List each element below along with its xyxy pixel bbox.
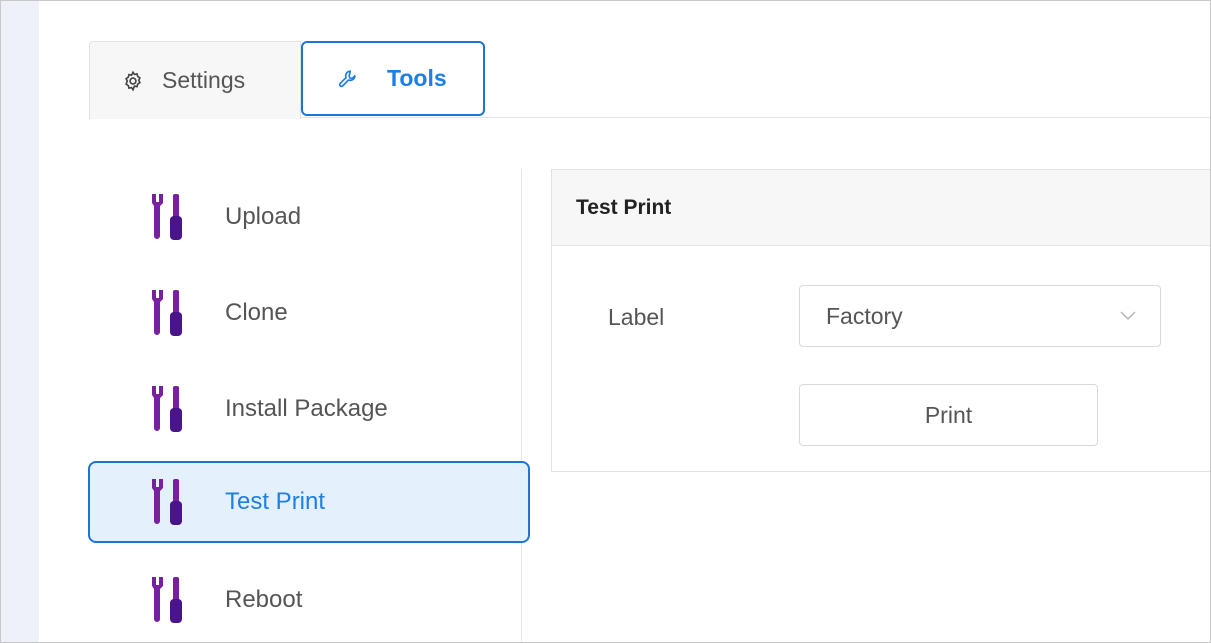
- label-select[interactable]: Factory: [799, 285, 1161, 347]
- panel-title: Test Print: [552, 170, 1210, 246]
- label-select-value: Factory: [826, 302, 903, 329]
- chevron-down-icon: [1120, 311, 1136, 321]
- tools-icon: [152, 479, 182, 525]
- tab-settings-label: Settings: [162, 67, 246, 93]
- tools-icon: [152, 577, 182, 623]
- gear-icon: [122, 70, 144, 92]
- sidebar-item-upload[interactable]: Upload: [89, 181, 529, 253]
- sidebar-item-test-print[interactable]: Test Print: [88, 461, 530, 543]
- sidebar-item-install-package[interactable]: Install Package: [89, 373, 529, 445]
- label-field-label: Label: [608, 304, 665, 330]
- left-gutter: [1, 1, 39, 642]
- sidebar-item-reboot[interactable]: Reboot: [89, 564, 529, 636]
- tab-settings[interactable]: Settings: [89, 41, 301, 119]
- sidebar-item-label: Upload: [225, 203, 302, 230]
- app-window: Settings Tools Upload Clone Install Pack…: [0, 0, 1211, 643]
- sidebar-item-label: Install Package: [225, 395, 388, 422]
- wrench-icon: [337, 68, 359, 90]
- sidebar-item-clone[interactable]: Clone: [89, 277, 529, 349]
- sidebar-item-label: Reboot: [225, 586, 303, 613]
- sidebar-item-label: Test Print: [225, 488, 326, 515]
- sidebar-item-label: Clone: [225, 299, 288, 326]
- tab-tools-label: Tools: [387, 65, 447, 91]
- tools-icon: [152, 290, 182, 336]
- tab-tools[interactable]: Tools: [301, 41, 485, 116]
- tools-icon: [152, 194, 182, 240]
- print-button[interactable]: Print: [799, 384, 1098, 446]
- tools-icon: [152, 386, 182, 432]
